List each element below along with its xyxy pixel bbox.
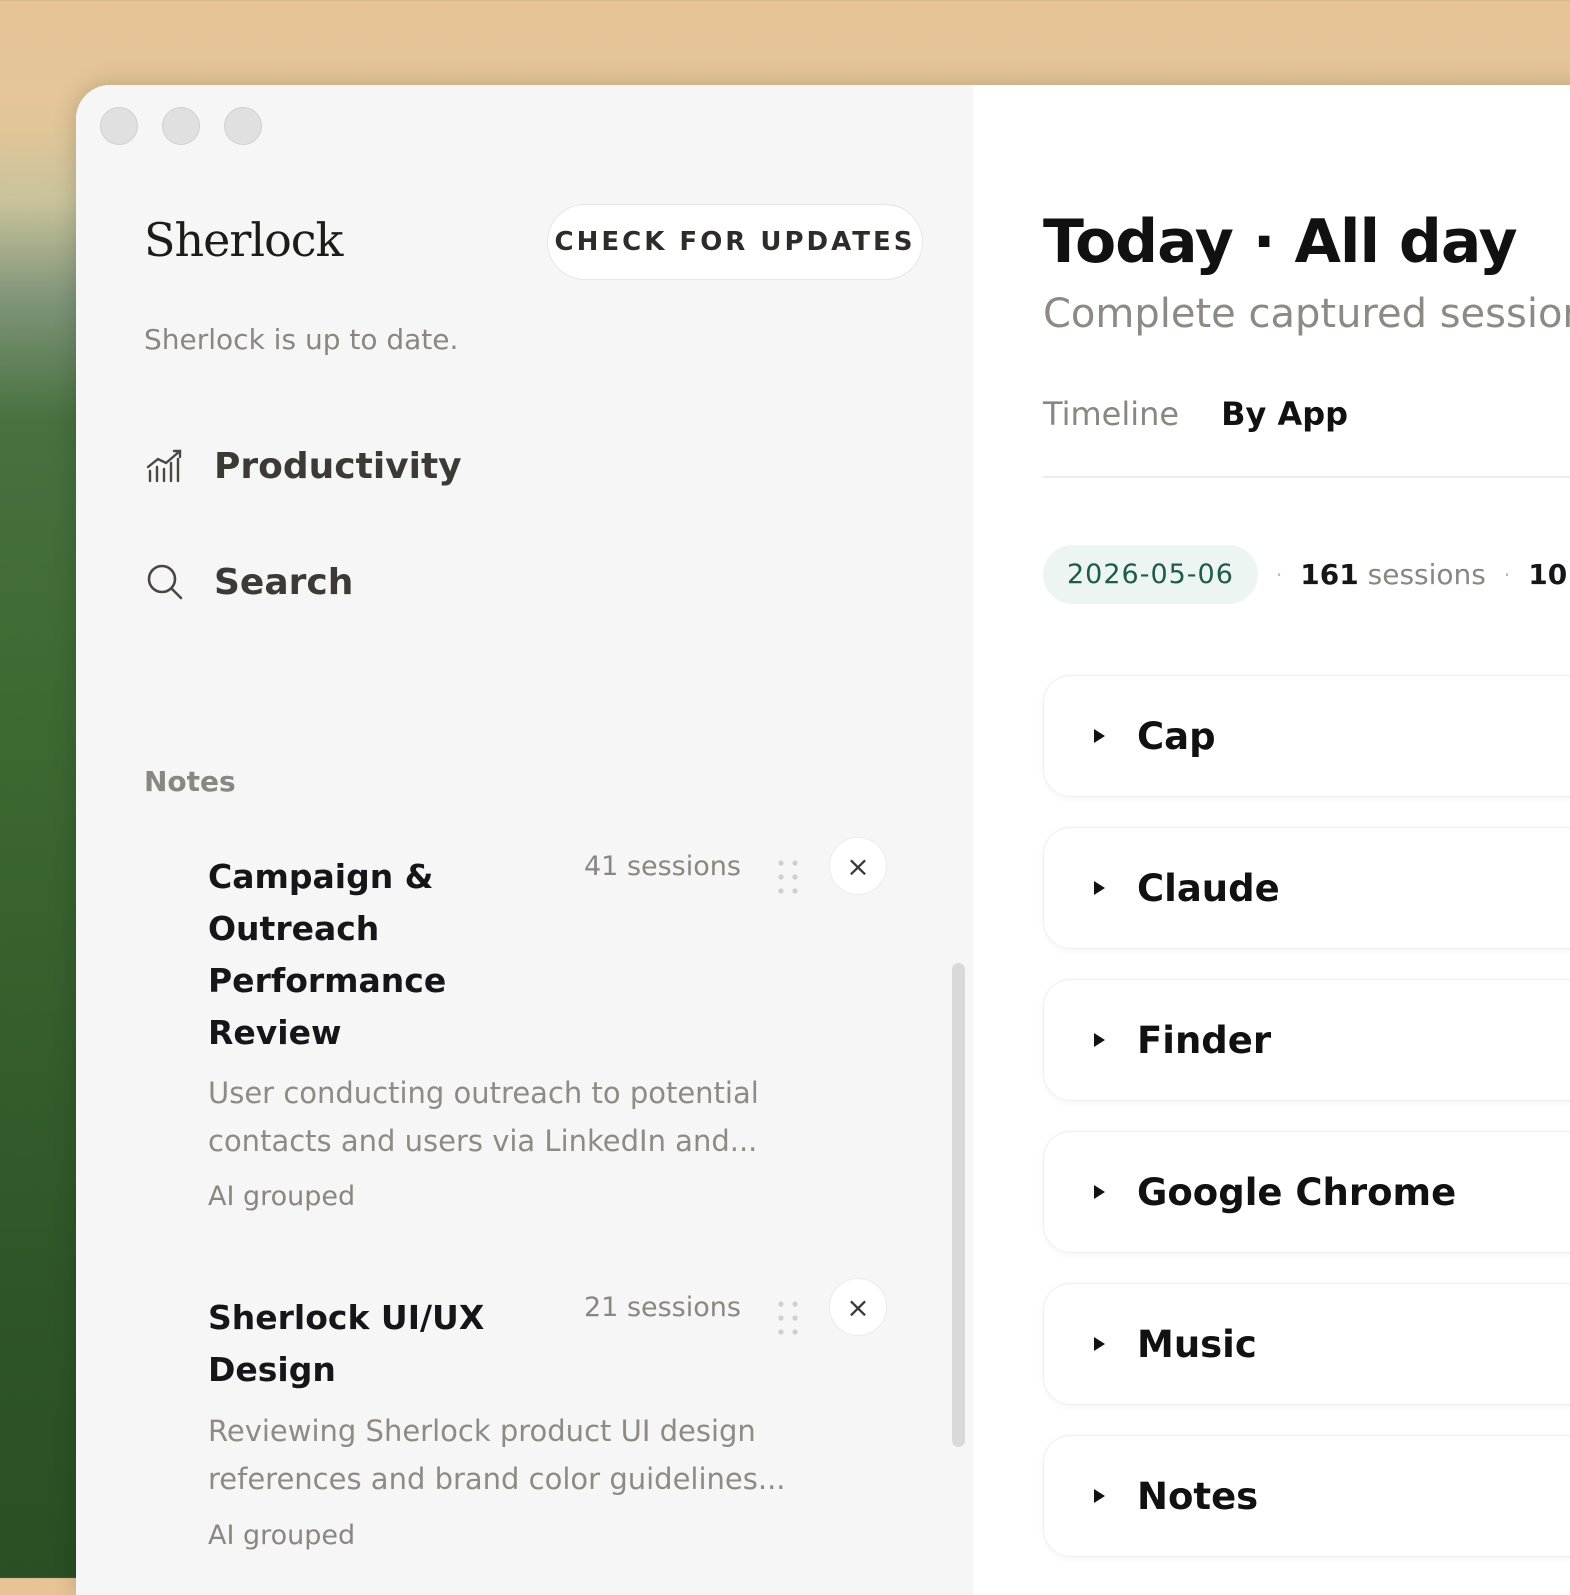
app-group-music[interactable]: Music [1043, 1283, 1570, 1405]
expand-caret-icon [1094, 881, 1105, 895]
summary-row: 2026-05-06 · 161 sessions · 10 A [1043, 545, 1570, 604]
tabs-divider [1043, 476, 1570, 478]
note-description: Reviewing Sherlock product UI design ref… [208, 1414, 786, 1496]
app-group-cap[interactable]: Cap [1043, 675, 1570, 797]
search-icon [147, 564, 183, 600]
app-group-notes[interactable]: Notes [1043, 1435, 1570, 1557]
app-name: Cap [1137, 714, 1216, 758]
app-name: Notes [1137, 1474, 1259, 1518]
minimize-window-button[interactable] [162, 107, 200, 145]
app-logo: Sherlock [144, 213, 343, 267]
app-name: Finder [1137, 1018, 1272, 1062]
app-window: Sherlock CHECK FOR UPDATES Sherlock is u… [76, 85, 1570, 1595]
app-name: Claude [1137, 866, 1280, 910]
app-name: Google Chrome [1137, 1170, 1457, 1214]
expand-caret-icon [1094, 1185, 1105, 1199]
nav-item-productivity[interactable]: Productivity [144, 445, 462, 487]
sidebar: Sherlock CHECK FOR UPDATES Sherlock is u… [76, 85, 974, 1595]
drag-handle-icon[interactable] [776, 1300, 800, 1340]
date-badge[interactable]: 2026-05-06 [1043, 545, 1258, 604]
apps-stat: 10 A [1528, 558, 1570, 591]
note-title: Sherlock UI/UX Design [208, 1298, 485, 1389]
page-title: Today · All day [1043, 207, 1518, 277]
remove-note-button[interactable]: × [829, 1278, 887, 1336]
note-description: User conducting outreach to potential co… [208, 1076, 759, 1158]
note-tag: AI grouped [208, 1181, 356, 1212]
expand-caret-icon [1094, 1337, 1105, 1351]
tab-timeline[interactable]: Timeline [1043, 395, 1179, 433]
expand-caret-icon [1094, 1033, 1105, 1047]
tab-by-app[interactable]: By App [1221, 395, 1348, 433]
remove-note-button[interactable]: × [829, 837, 887, 895]
page-subtitle: Complete captured session [1043, 291, 1570, 337]
sidebar-scrollbar[interactable] [952, 963, 965, 1447]
note-session-count: 21 sessions [584, 1292, 741, 1323]
expand-caret-icon [1094, 1489, 1105, 1503]
window-controls [100, 107, 262, 145]
sessions-count: 161 [1300, 558, 1359, 591]
update-status-text: Sherlock is up to date. [144, 323, 459, 356]
separator-dot: · [1503, 562, 1511, 587]
close-window-button[interactable] [100, 107, 138, 145]
zoom-window-button[interactable] [224, 107, 262, 145]
expand-caret-icon [1094, 729, 1105, 743]
note-tag: AI grouped [208, 1520, 356, 1551]
check-for-updates-button[interactable]: CHECK FOR UPDATES [547, 204, 923, 280]
sessions-label: sessions [1367, 558, 1486, 591]
apps-count: 10 [1528, 558, 1568, 591]
nav-item-search[interactable]: Search [144, 561, 353, 603]
note-session-count: 41 sessions [584, 851, 741, 882]
drag-handle-icon[interactable] [776, 859, 800, 899]
nav-label-search: Search [214, 561, 354, 603]
notes-heading: Notes [144, 765, 236, 798]
note-title: Campaign & Outreach Performance Review [208, 857, 447, 1052]
app-name: Music [1137, 1322, 1257, 1366]
separator-dot: · [1275, 562, 1283, 587]
app-group-claude[interactable]: Claude [1043, 827, 1570, 949]
chart-icon [146, 449, 182, 483]
nav-label-productivity: Productivity [214, 445, 462, 487]
sessions-stat: 161 sessions [1300, 558, 1486, 591]
app-group-finder[interactable]: Finder [1043, 979, 1570, 1101]
main-panel: Today · All day Complete captured sessio… [973, 85, 1570, 1595]
view-tabs: Timeline By App [1043, 395, 1348, 433]
app-group-google-chrome[interactable]: Google Chrome [1043, 1131, 1570, 1253]
